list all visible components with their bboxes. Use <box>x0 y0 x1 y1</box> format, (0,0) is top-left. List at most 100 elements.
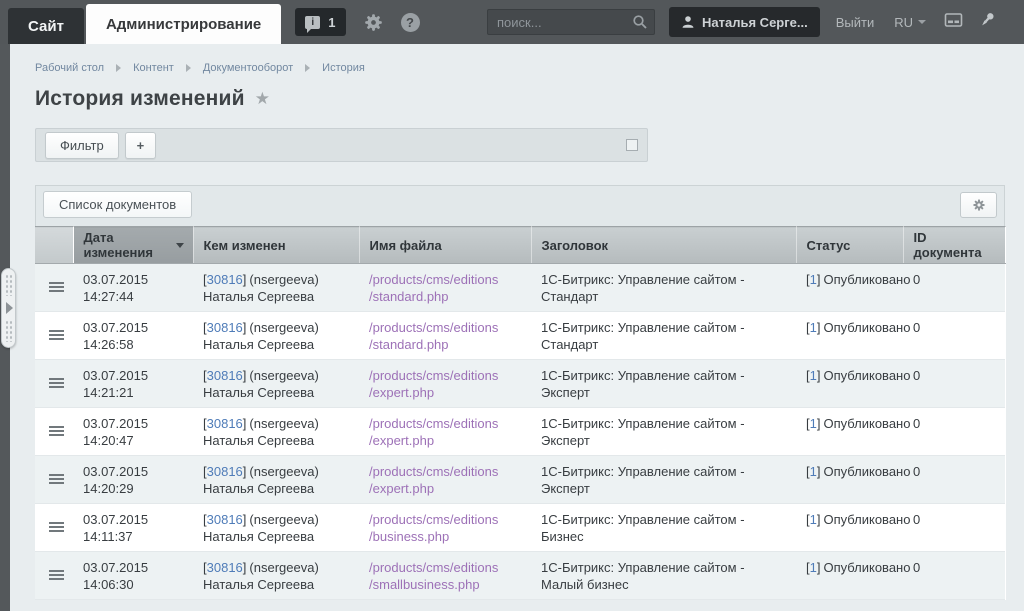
status-label: Опубликовано <box>823 320 910 335</box>
file-path-link[interactable]: /products/cms/editions /standard.php <box>369 271 521 305</box>
header-doc-id[interactable]: ID документа <box>903 227 1005 264</box>
informer-bubble-icon: i <box>305 16 320 29</box>
settings-gear-icon[interactable] <box>364 13 383 32</box>
row-actions-menu-icon[interactable] <box>49 378 64 380</box>
header-changed-by[interactable]: Кем изменен <box>193 227 359 264</box>
row-actions-menu-icon[interactable] <box>49 474 64 476</box>
add-filter-button[interactable]: + <box>125 132 157 159</box>
cell-status: [1]Опубликовано <box>796 360 903 408</box>
user-full-name: Наталья Сергеева <box>203 576 349 593</box>
sidebar-expand-handle[interactable] <box>1 268 16 348</box>
notifications-informer[interactable]: i 1 <box>295 8 345 36</box>
file-path-link[interactable]: /products/cms/editions /business.php <box>369 511 521 545</box>
top-bar: Сайт Администрирование i 1 ? <box>0 0 1024 44</box>
file-path-link[interactable]: /products/cms/editions /expert.php <box>369 367 521 401</box>
status-id-link[interactable]: 1 <box>810 560 817 575</box>
document-list-tab[interactable]: Список документов <box>43 191 192 218</box>
user-login: (nsergeeva) <box>249 416 318 431</box>
row-actions-menu-icon[interactable] <box>49 426 64 428</box>
time-value: 14:20:29 <box>83 480 183 497</box>
status-id-link[interactable]: 1 <box>810 464 817 479</box>
header-date[interactable]: Дата изменения <box>73 227 193 264</box>
status-id-link[interactable]: 1 <box>810 272 817 287</box>
hotkeys-panel-icon[interactable] <box>944 12 963 33</box>
language-selector[interactable]: RU <box>894 15 926 30</box>
grid-settings-button[interactable] <box>960 192 997 218</box>
breadcrumb-item-content[interactable]: Контент <box>133 62 174 74</box>
breadcrumb-item-workflow[interactable]: Документооборот <box>203 62 293 74</box>
cell-date: 03.07.2015 14:06:30 <box>73 552 193 600</box>
filter-panel: Фильтр + <box>35 128 648 162</box>
bracket: ] <box>243 464 247 479</box>
bracket: ] <box>817 512 821 527</box>
file-name: /standard.php <box>369 288 521 305</box>
status-label: Опубликовано <box>823 416 910 431</box>
file-dir: /products/cms/editions <box>369 463 521 480</box>
bracket: ] <box>817 272 821 287</box>
search-icon[interactable] <box>632 14 648 30</box>
cell-changed-by: [30816](nsergeeva) Наталья Сергеева <box>193 456 359 504</box>
user-menu[interactable]: Наталья Серге... <box>669 7 820 37</box>
cell-file-name: /products/cms/editions /business.php <box>359 504 531 552</box>
breadcrumb-item-history[interactable]: История <box>322 62 365 74</box>
file-name: /smallbusiness.php <box>369 576 521 593</box>
user-id-link[interactable]: 30816 <box>207 464 243 479</box>
cell-row-menu <box>35 264 73 312</box>
tab-administration[interactable]: Администрирование <box>86 4 281 44</box>
user-id-link[interactable]: 30816 <box>207 272 243 287</box>
cell-file-name: /products/cms/editions /expert.php <box>359 456 531 504</box>
status-label: Опубликовано <box>823 368 910 383</box>
user-id-link[interactable]: 30816 <box>207 320 243 335</box>
status-id-link[interactable]: 1 <box>810 368 817 383</box>
user-id-link[interactable]: 30816 <box>207 416 243 431</box>
help-icon-glyph: ? <box>401 13 420 32</box>
history-table: Дата изменения Кем изменен Имя файла Заг… <box>35 226 1006 600</box>
cell-changed-by: [30816](nsergeeva) Наталья Сергеева <box>193 312 359 360</box>
header-status[interactable]: Статус <box>796 227 903 264</box>
file-path-link[interactable]: /products/cms/editions /expert.php <box>369 415 521 449</box>
user-id-link[interactable]: 30816 <box>207 560 243 575</box>
cell-file-name: /products/cms/editions /expert.php <box>359 360 531 408</box>
cell-file-name: /products/cms/editions /expert.php <box>359 408 531 456</box>
favorite-star-icon[interactable]: ★ <box>255 89 270 109</box>
file-path-link[interactable]: /products/cms/editions /standard.php <box>369 319 521 353</box>
grid-toolbar: Список документов <box>35 185 1005 226</box>
user-login: (nsergeeva) <box>249 368 318 383</box>
header-title[interactable]: Заголовок <box>531 227 796 264</box>
cell-doc-id: 0 <box>903 312 1005 360</box>
row-actions-menu-icon[interactable] <box>49 282 64 284</box>
status-id-link[interactable]: 1 <box>810 320 817 335</box>
table-body: 03.07.2015 14:27:44 [30816](nsergeeva) Н… <box>35 264 1005 600</box>
page-title: История изменений <box>35 87 245 111</box>
status-id-link[interactable]: 1 <box>810 512 817 527</box>
row-actions-menu-icon[interactable] <box>49 522 64 524</box>
cell-row-menu <box>35 408 73 456</box>
tab-site[interactable]: Сайт <box>8 8 84 44</box>
help-icon[interactable]: ? <box>401 13 420 32</box>
user-id-link[interactable]: 30816 <box>207 512 243 527</box>
header-file-name[interactable]: Имя файла <box>359 227 531 264</box>
pin-icon[interactable] <box>979 11 996 33</box>
user-id-link[interactable]: 30816 <box>207 368 243 383</box>
file-name: /standard.php <box>369 336 521 353</box>
cell-doc-id: 0 <box>903 408 1005 456</box>
status-id-link[interactable]: 1 <box>810 416 817 431</box>
bracket: ] <box>243 512 247 527</box>
search-input[interactable] <box>487 9 655 35</box>
file-dir: /products/cms/editions <box>369 559 521 576</box>
filter-button[interactable]: Фильтр <box>45 132 119 159</box>
filter-settings-icon[interactable] <box>626 139 638 151</box>
file-path-link[interactable]: /products/cms/editions /expert.php <box>369 463 521 497</box>
file-name: /expert.php <box>369 480 521 497</box>
table-row: 03.07.2015 14:20:29 [30816](nsergeeva) Н… <box>35 456 1005 504</box>
row-actions-menu-icon[interactable] <box>49 570 64 572</box>
breadcrumb-separator-icon <box>116 64 121 72</box>
file-path-link[interactable]: /products/cms/editions /smallbusiness.ph… <box>369 559 521 593</box>
time-value: 14:06:30 <box>83 576 183 593</box>
logout-link[interactable]: Выйти <box>836 15 875 30</box>
breadcrumb-item-desktop[interactable]: Рабочий стол <box>35 62 104 74</box>
cell-title: 1С-Битрикс: Управление сайтом - Малый би… <box>531 552 796 600</box>
user-full-name: Наталья Сергеева <box>203 480 349 497</box>
bracket: ] <box>817 560 821 575</box>
row-actions-menu-icon[interactable] <box>49 330 64 332</box>
